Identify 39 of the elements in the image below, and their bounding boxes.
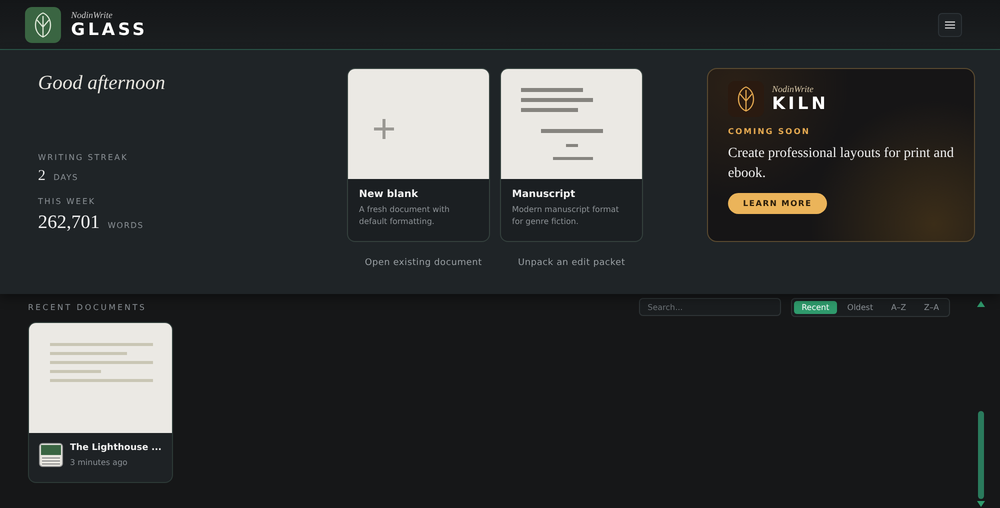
stat-value: 262,701	[38, 212, 100, 234]
action-link[interactable]: Unpack an edit packet	[518, 258, 626, 268]
template-title: Manuscript	[512, 189, 576, 200]
leaf-logo-icon	[25, 6, 61, 42]
learn-more-button[interactable]: LEARN MORE	[728, 193, 827, 214]
stat-value: 2	[38, 168, 46, 185]
sort-option[interactable]: Oldest	[839, 300, 882, 314]
brand-title: GLASS	[71, 22, 148, 38]
document-card[interactable]: The Lighthouse ... 3 minutes ago	[28, 322, 173, 483]
brand-subtitle: NodinWrite	[772, 85, 815, 94]
document-icon	[39, 443, 63, 467]
leaf-logo-icon	[728, 81, 764, 117]
greeting: Good afternoon	[38, 72, 166, 95]
template-title: New blank	[359, 189, 419, 200]
stat-label: THIS WEEK	[38, 197, 97, 206]
template-description: Modern manuscript format for genre fiction.	[512, 204, 620, 228]
menu-icon	[945, 20, 955, 28]
stat-unit: DAYS	[54, 173, 78, 182]
document-title: The Lighthouse ...	[70, 443, 162, 453]
section-title: RECENT DOCUMENTS	[28, 302, 146, 312]
template-description: A fresh document with default formatting.	[359, 204, 451, 228]
document-time: 3 minutes ago	[70, 458, 128, 467]
scrollbar-thumb[interactable]	[978, 411, 984, 499]
menu-button[interactable]	[938, 12, 962, 36]
sort-option[interactable]: A–Z	[883, 300, 914, 314]
promo-text: Create professional layouts for print and ebook.	[728, 145, 954, 183]
stat-unit: WORDS	[108, 221, 144, 230]
brand-subtitle: NodinWrite	[71, 10, 114, 20]
search-field[interactable]: Search...	[638, 298, 781, 316]
coming-soon-label: COMING SOON	[728, 127, 812, 136]
action-link[interactable]: Open existing document	[364, 258, 482, 268]
stat-label: WRITING STREAK	[38, 153, 130, 162]
scroll-up-icon[interactable]	[977, 301, 985, 307]
template-card[interactable]: Manuscript Modern manuscript format for genre fiction.	[500, 68, 643, 242]
scroll-down-icon[interactable]	[977, 501, 985, 507]
template-card[interactable]: New blank A fresh document with default formatting.	[347, 68, 490, 242]
sort-option[interactable]: Recent	[794, 300, 838, 314]
sort-option[interactable]: Z–A	[916, 300, 947, 314]
brand-title: KILN	[772, 96, 829, 113]
